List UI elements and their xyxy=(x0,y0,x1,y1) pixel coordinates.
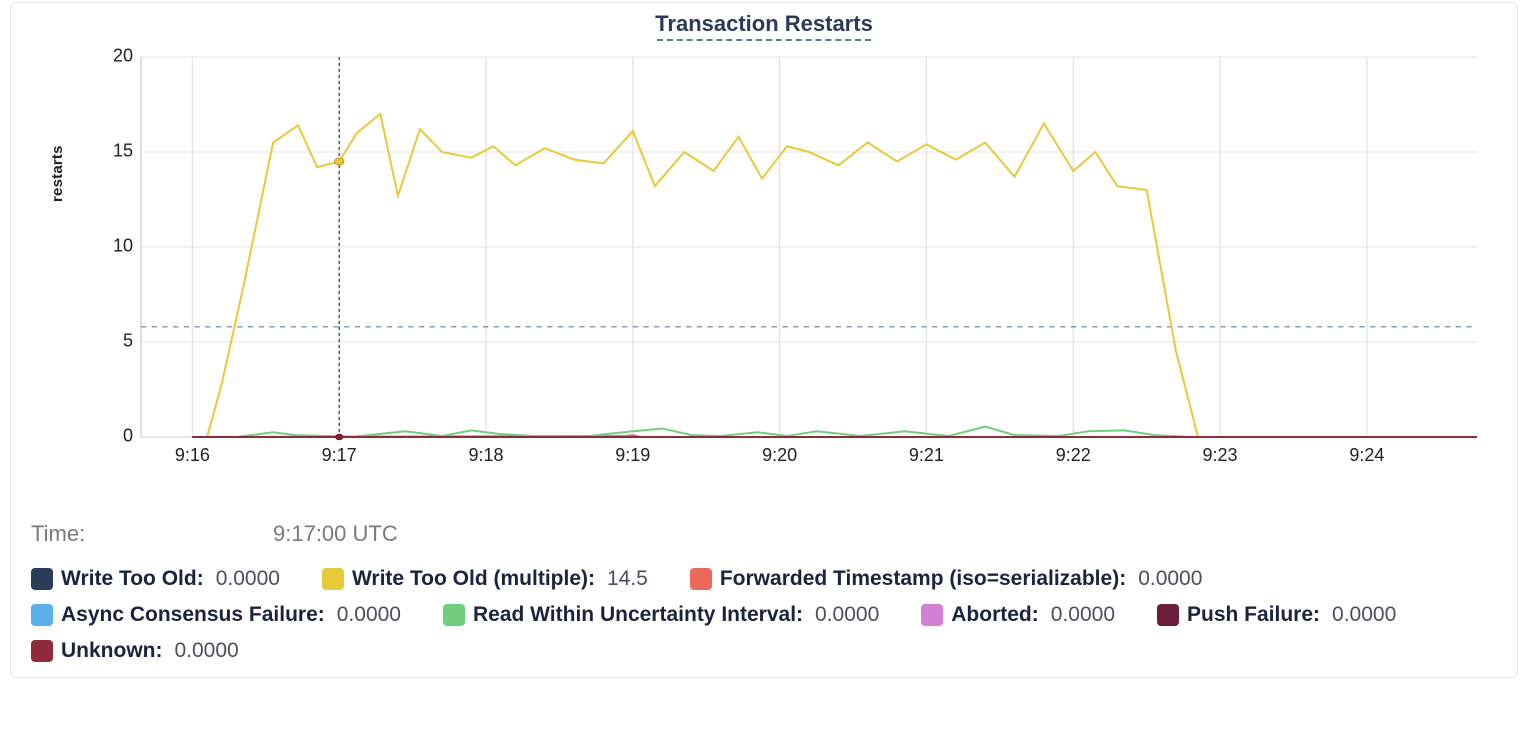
legend-item[interactable]: Read Within Uncertainty Interval: 0.0000 xyxy=(443,603,879,627)
chart-title: Transaction Restarts xyxy=(11,3,1517,39)
legend-name: Async Consensus Failure: xyxy=(61,603,325,627)
chart-plot[interactable]: restarts 0 5 10 15 20 9:16 9:17 9:18 9:19 9:20 9:2… xyxy=(41,47,1487,497)
legend-swatch xyxy=(690,568,712,590)
legend-row: Write Too Old: 0.0000 Write Too Old (multi… xyxy=(31,567,1497,591)
y-tick-label: 0 xyxy=(123,425,133,446)
legend-name: Write Too Old (multiple): xyxy=(352,567,595,591)
legend-item[interactable]: Write Too Old (multiple): 14.5 xyxy=(322,567,648,591)
legend-value: 14.5 xyxy=(607,567,648,591)
plot-area[interactable] xyxy=(141,57,1477,437)
y-tick-label: 20 xyxy=(113,45,133,66)
legend-name: Forwarded Timestamp (iso=serializable): xyxy=(720,567,1126,591)
chart-panel: Transaction Restarts restarts 0 5 10 15 20 9:… xyxy=(10,2,1518,678)
x-tick-label: 9:22 xyxy=(1056,445,1091,466)
legend-item[interactable]: Unknown: 0.0000 xyxy=(31,639,239,663)
legend-item[interactable]: Aborted: 0.0000 xyxy=(921,603,1115,627)
legend-value: 0.0000 xyxy=(815,603,879,627)
legend-row: Async Consensus Failure:0.0000Read Withi… xyxy=(31,603,1497,627)
x-tick-label: 9:23 xyxy=(1203,445,1238,466)
legend-swatch xyxy=(31,568,53,590)
legend-swatch xyxy=(31,640,53,662)
legend-value: 0.0000 xyxy=(1332,603,1396,627)
title-underline xyxy=(657,39,871,41)
y-tick-label: 5 xyxy=(123,330,133,351)
x-tick-label: 9:24 xyxy=(1349,445,1384,466)
legend-name: Read Within Uncertainty Interval: xyxy=(473,603,803,627)
legend-value: 0.0000 xyxy=(337,603,401,627)
legend-value: 0.0000 xyxy=(216,567,280,591)
x-tick-label: 9:16 xyxy=(175,445,210,466)
y-tick-label: 15 xyxy=(113,140,133,161)
y-axis-label: restarts xyxy=(49,145,66,202)
x-tick-label: 9:17 xyxy=(322,445,357,466)
plot-overlay xyxy=(141,57,1477,437)
x-tick-label: 9:18 xyxy=(468,445,503,466)
legend-swatch xyxy=(443,604,465,626)
legend-name: Unknown: xyxy=(61,639,162,663)
legend-value: 0.0000 xyxy=(1051,603,1115,627)
legend-name: Push Failure: xyxy=(1187,603,1320,627)
tooltip-section: Time: 9:17:00 UTC Write Too Old:0.0000Wr… xyxy=(31,515,1497,663)
legend-value: 0.0000 xyxy=(1138,567,1202,591)
x-tick-label: 9:20 xyxy=(762,445,797,466)
legend-item[interactable]: Forwarded Timestamp (iso=serializable): 0… xyxy=(690,567,1203,591)
legend-swatch xyxy=(921,604,943,626)
time-label: Time: xyxy=(31,521,273,547)
legend-swatch xyxy=(322,568,344,590)
legend-item[interactable]: Write Too Old: 0.0000 xyxy=(31,567,280,591)
legend-swatch xyxy=(31,604,53,626)
legend-name: Aborted: xyxy=(951,603,1039,627)
x-tick-label: 9:21 xyxy=(909,445,944,466)
tooltip-time-row: Time: 9:17:00 UTC xyxy=(31,515,1497,551)
y-tick-label: 10 xyxy=(113,235,133,256)
legend-item[interactable]: Async Consensus Failure: 0.0000 xyxy=(31,603,401,627)
time-value: 9:17:00 UTC xyxy=(273,521,398,547)
legend-value: 0.0000 xyxy=(174,639,238,663)
legend-item[interactable]: Push Failure: 0.0000 xyxy=(1157,603,1396,627)
legend-swatch xyxy=(1157,604,1179,626)
legend-row: Unknown: 0.0000 xyxy=(31,639,1497,663)
x-tick-label: 9:19 xyxy=(615,445,650,466)
legend-name: Write Too Old: xyxy=(61,567,204,591)
legend: Write Too Old: 0.0000 Write Too Old (multi… xyxy=(31,567,1497,663)
